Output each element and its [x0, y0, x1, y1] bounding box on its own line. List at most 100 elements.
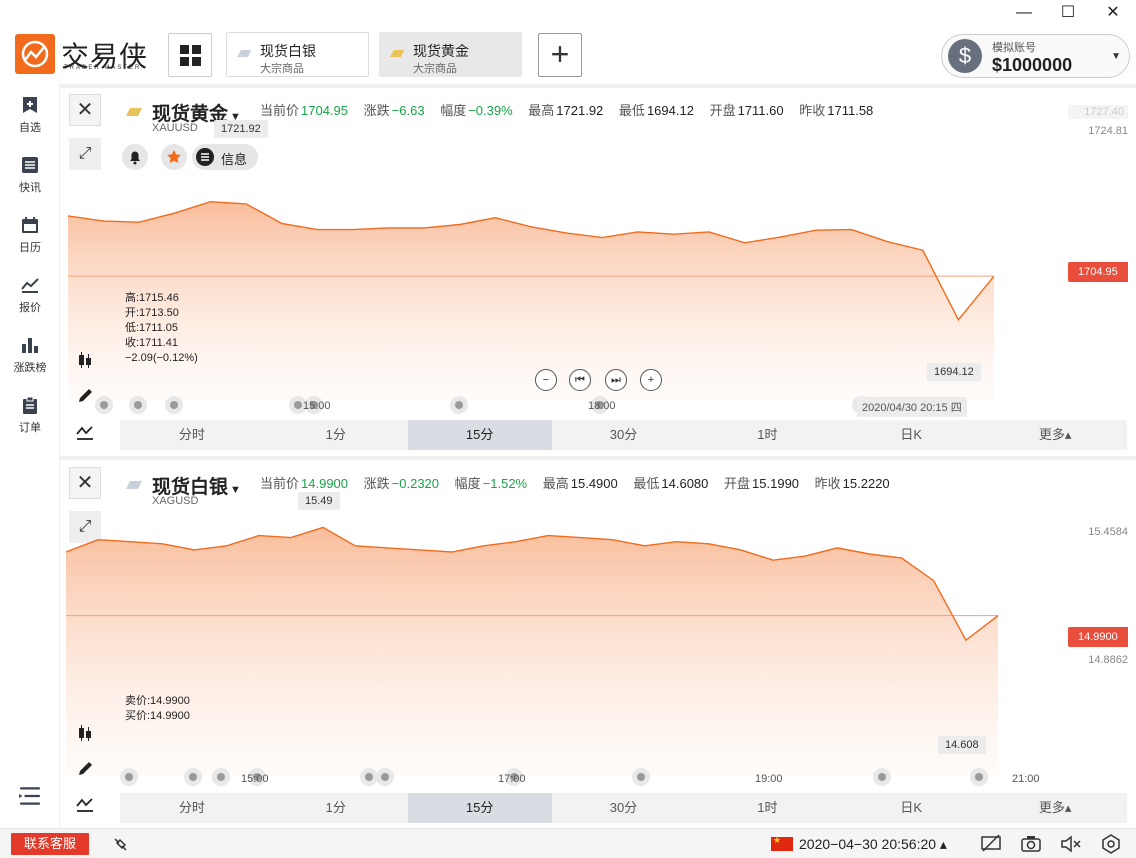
camera-icon [1021, 836, 1041, 852]
low-value: 1694.12 [646, 103, 694, 118]
connection-icon[interactable] [110, 834, 132, 854]
tf-1h[interactable]: 1时 [695, 793, 839, 823]
close-gold-panel-button[interactable]: ✕ [69, 94, 101, 126]
event-marker[interactable] [632, 768, 650, 786]
screenshot-button[interactable] [1020, 834, 1042, 854]
event-marker[interactable] [165, 396, 183, 414]
pencil-icon [79, 762, 92, 775]
event-marker[interactable] [376, 768, 394, 786]
indicator-icon [76, 798, 93, 812]
silver-x-label: 19:00 [755, 773, 783, 785]
sidebar-item-news[interactable]: 快讯 [0, 156, 60, 195]
high-label: 最高 [528, 103, 555, 118]
favorite-star-button[interactable] [161, 144, 187, 170]
tf-daily[interactable]: 日K [839, 793, 983, 823]
current-price: 1704.95 [301, 103, 349, 118]
sidebar-item-label: 日历 [19, 242, 41, 254]
gold-x-label: 15:00 [303, 400, 331, 412]
gold-x-label: 18:00 [588, 400, 616, 412]
tf-1m[interactable]: 1分 [264, 420, 408, 450]
grid-icon [180, 45, 201, 66]
status-datetime[interactable]: 2020−04−30 20:56:20 ▴ [799, 836, 947, 853]
quotes-icon [21, 278, 39, 293]
list-icon [196, 148, 214, 166]
sidebar-item-label: 自选 [19, 122, 41, 134]
contact-support-button[interactable]: 联系客服 [11, 833, 89, 855]
tf-1h[interactable]: 1时 [695, 420, 839, 450]
event-marker[interactable] [184, 768, 202, 786]
change-label: 涨跌 [363, 476, 390, 491]
change-label: 涨跌 [363, 103, 390, 118]
change-value: −6.63 [391, 103, 425, 118]
tf-more[interactable]: 更多▴ [983, 793, 1127, 823]
tf-15m[interactable]: 15分 [407, 793, 552, 823]
silver-y-top: 15.4584 [1088, 526, 1128, 538]
sidebar-item-orders[interactable]: 订单 [0, 396, 60, 435]
indicator-button[interactable] [71, 418, 99, 446]
sidebar-item-label: 快讯 [19, 182, 41, 194]
ohlc-high: 高:1715.46 [125, 292, 179, 304]
close-window-button[interactable]: ✕ [1103, 4, 1123, 22]
event-marker[interactable] [129, 396, 147, 414]
minimize-button[interactable]: — [1014, 4, 1034, 22]
tf-daily[interactable]: 日K [839, 420, 983, 450]
draw-tool-button[interactable] [71, 755, 99, 783]
tf-tick[interactable]: 分时 [120, 793, 264, 823]
tab-silver[interactable]: 现货白银 大宗商品 [226, 32, 369, 77]
close-silver-panel-button[interactable]: ✕ [69, 467, 101, 499]
candle-type-button[interactable] [71, 719, 99, 747]
news-icon [22, 157, 38, 173]
layout-grid-button[interactable] [168, 33, 212, 77]
event-marker[interactable] [873, 768, 891, 786]
gold-low-callout: 1694.12 [927, 363, 981, 381]
star-icon [167, 150, 181, 163]
event-marker[interactable] [450, 396, 468, 414]
add-tab-button[interactable]: + [538, 33, 582, 77]
candle-type-button[interactable] [71, 346, 99, 374]
sidebar-item-calendar[interactable]: 日历 [0, 216, 60, 255]
calendar-icon [22, 217, 38, 233]
settings-button[interactable] [1100, 834, 1122, 854]
alert-bell-button[interactable] [122, 144, 148, 170]
speaker-muted-icon [1061, 835, 1081, 853]
tf-30m[interactable]: 30分 [552, 420, 696, 450]
candlestick-icon [79, 352, 91, 368]
event-marker[interactable] [95, 396, 113, 414]
zoom-in-button[interactable]: + [640, 369, 662, 391]
candlestick-icon [79, 725, 91, 741]
mute-button[interactable] [1060, 834, 1082, 854]
tf-more[interactable]: 更多▴ [983, 420, 1127, 450]
account-selector[interactable]: $ 模拟账号 $1000000 ▼ [941, 34, 1130, 78]
event-marker[interactable] [970, 768, 988, 786]
info-button[interactable]: 信息 [192, 144, 258, 170]
account-label: 模拟账号 [992, 42, 1036, 54]
tf-1m[interactable]: 1分 [264, 793, 408, 823]
event-marker[interactable] [120, 768, 138, 786]
scroll-end-button[interactable]: ⏭ [605, 369, 627, 391]
account-balance: $1000000 [992, 55, 1073, 75]
sidebar-item-watchlist[interactable]: 自选 [0, 96, 60, 135]
price-area-fill [66, 527, 998, 775]
sidebar-item-quotes[interactable]: 报价 [0, 276, 60, 315]
tab-gold[interactable]: 现货黄金 大宗商品 [379, 32, 522, 77]
indicator-button[interactable] [71, 790, 99, 818]
collapse-menu-button[interactable] [0, 784, 60, 808]
tab-title: 现货黄金 [413, 43, 469, 59]
ohlc-open: 开:1713.50 [125, 307, 179, 319]
prev-close-label: 昨收 [799, 103, 826, 118]
low-value: 14.6080 [661, 476, 709, 491]
scroll-start-button[interactable]: ⏮ [569, 369, 591, 391]
price-label: 当前价 [260, 103, 300, 118]
tf-30m[interactable]: 30分 [552, 793, 696, 823]
silver-timeframe-bar: 分时 1分 15分 30分 1时 日K 更多▴ [120, 793, 1127, 823]
silver-price-chart [66, 526, 998, 775]
zoom-out-button[interactable]: − [535, 369, 557, 391]
gold-high-callout: 1721.92 [214, 120, 268, 138]
maximize-button[interactable]: ☐ [1058, 4, 1078, 22]
event-marker[interactable] [212, 768, 230, 786]
sidebar-item-ranking[interactable]: 涨跌榜 [0, 336, 60, 375]
tf-15m[interactable]: 15分 [407, 420, 552, 450]
tf-tick[interactable]: 分时 [120, 420, 264, 450]
screen-off-icon[interactable] [980, 834, 1002, 854]
sidebar-item-label: 订单 [19, 422, 41, 434]
